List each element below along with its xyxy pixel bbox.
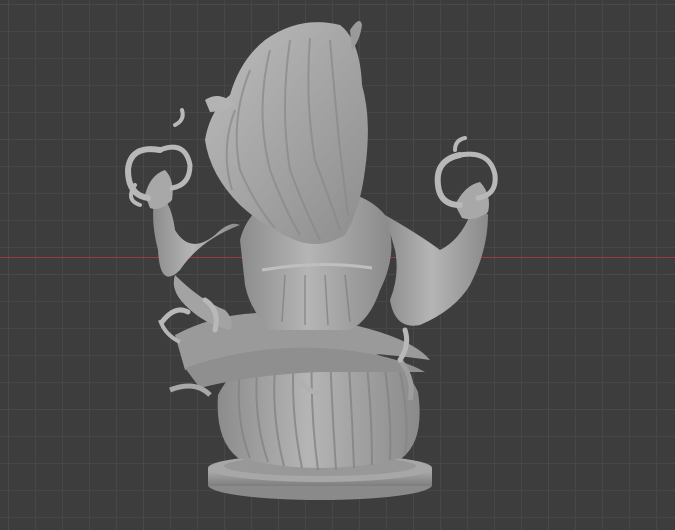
sculpt-bust-model[interactable] bbox=[0, 0, 675, 530]
left-arm bbox=[153, 195, 240, 330]
right-arm bbox=[385, 207, 488, 326]
3d-viewport[interactable] bbox=[0, 0, 675, 530]
hair bbox=[205, 21, 368, 245]
